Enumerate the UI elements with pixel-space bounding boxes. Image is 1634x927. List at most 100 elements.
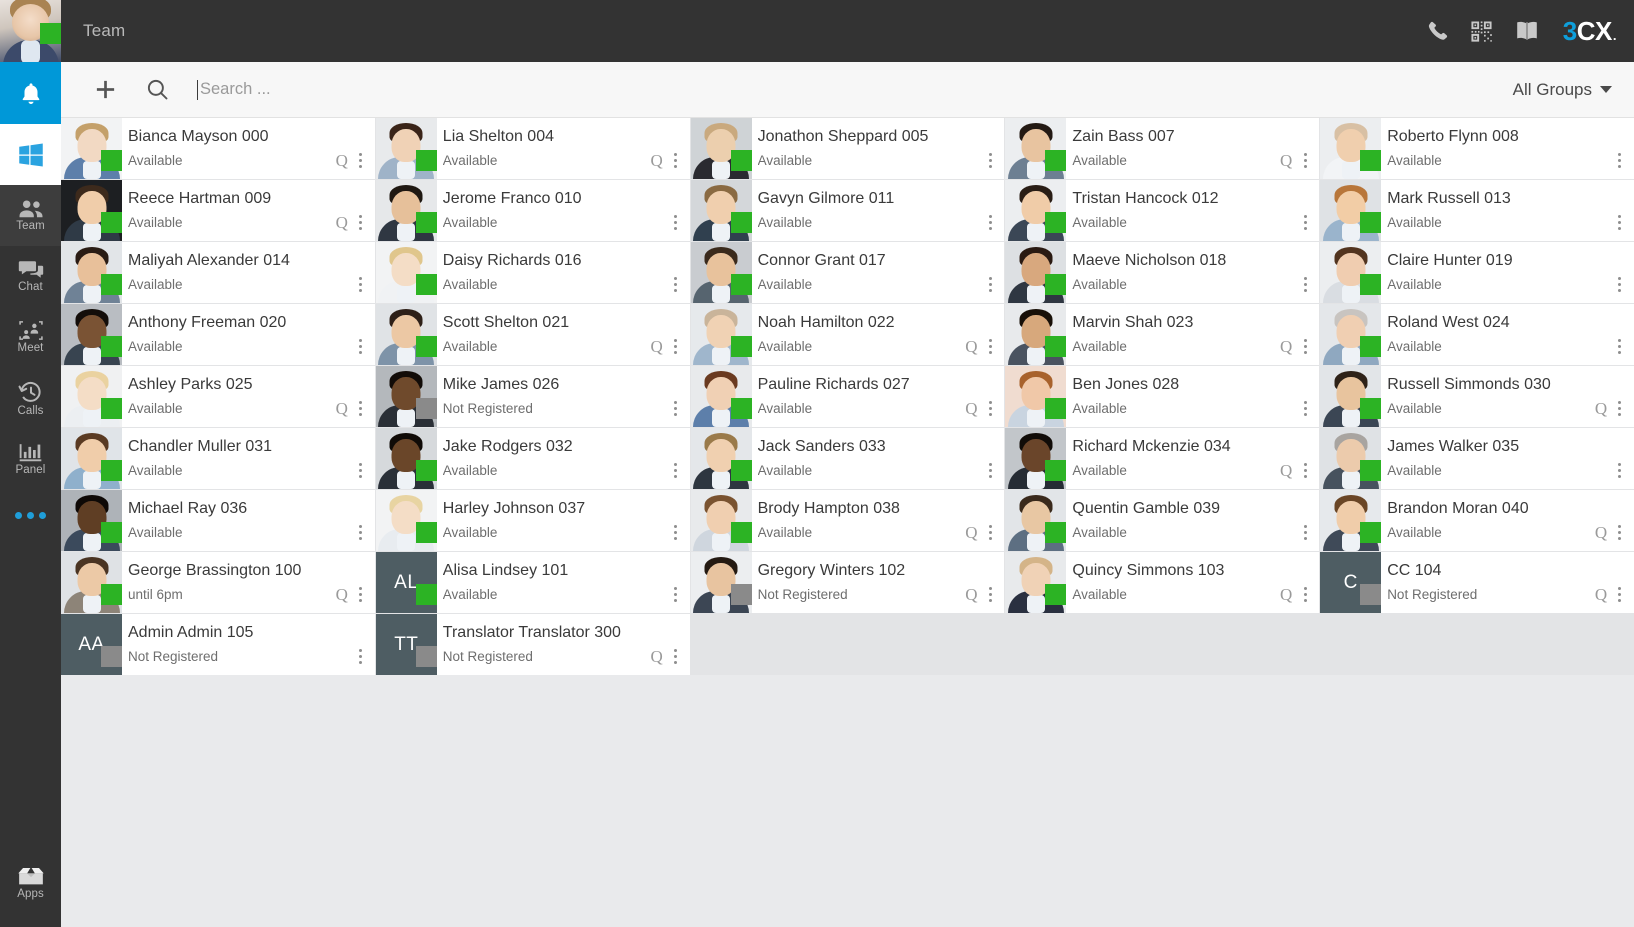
- sidebar-item-meet[interactable]: Meet: [0, 307, 61, 368]
- contact-card[interactable]: Maeve Nicholson 018 Available Q: [1005, 242, 1320, 303]
- contact-more-menu-button[interactable]: [1297, 584, 1313, 604]
- contact-card[interactable]: Quincy Simmons 103 Available Q: [1005, 552, 1320, 613]
- contact-more-menu-button[interactable]: [353, 460, 369, 480]
- contact-card[interactable]: Gavyn Gilmore 011 Available Q: [690, 180, 1005, 241]
- queue-status-icon[interactable]: Q: [1277, 462, 1295, 480]
- contact-card[interactable]: Harley Johnson 037 Available Q: [375, 490, 690, 551]
- contact-more-menu-button[interactable]: [982, 584, 998, 604]
- contact-card[interactable]: Richard Mckenzie 034 Available Q: [1005, 428, 1320, 489]
- contact-more-menu-button[interactable]: [1612, 398, 1628, 418]
- sidebar-item-chat[interactable]: Chat: [0, 246, 61, 307]
- contact-card[interactable]: Claire Hunter 019 Available Q: [1320, 242, 1634, 303]
- contact-more-menu-button[interactable]: [982, 212, 998, 232]
- contact-card[interactable]: Brody Hampton 038 Available Q: [690, 490, 1005, 551]
- contact-more-menu-button[interactable]: [353, 274, 369, 294]
- contact-more-menu-button[interactable]: [1612, 460, 1628, 480]
- sidebar-item-calls[interactable]: Calls: [0, 368, 61, 429]
- contact-more-menu-button[interactable]: [668, 460, 684, 480]
- contact-more-menu-button[interactable]: [668, 646, 684, 666]
- contact-more-menu-button[interactable]: [1297, 398, 1313, 418]
- contact-more-menu-button[interactable]: [1612, 584, 1628, 604]
- contact-card[interactable]: Pauline Richards 027 Available Q: [690, 366, 1005, 427]
- contact-card[interactable]: Mark Russell 013 Available Q: [1320, 180, 1634, 241]
- contact-card[interactable]: Chandler Muller 031 Available Q: [61, 428, 375, 489]
- contact-more-menu-button[interactable]: [982, 150, 998, 170]
- contact-card[interactable]: Lia Shelton 004 Available Q: [375, 118, 690, 179]
- contact-card[interactable]: Jonathon Sheppard 005 Available Q: [690, 118, 1005, 179]
- contact-more-menu-button[interactable]: [668, 398, 684, 418]
- contact-more-menu-button[interactable]: [982, 274, 998, 294]
- contact-card[interactable]: Anthony Freeman 020 Available Q: [61, 304, 375, 365]
- contact-more-menu-button[interactable]: [353, 398, 369, 418]
- contact-more-menu-button[interactable]: [1612, 522, 1628, 542]
- contact-card[interactable]: Jerome Franco 010 Available Q: [375, 180, 690, 241]
- search-field-wrapper[interactable]: [197, 70, 1497, 110]
- queue-status-icon[interactable]: Q: [333, 400, 351, 418]
- contact-card[interactable]: Mike James 026 Not Registered Q: [375, 366, 690, 427]
- queue-status-icon[interactable]: Q: [333, 586, 351, 604]
- queue-status-icon[interactable]: Q: [962, 400, 980, 418]
- contact-more-menu-button[interactable]: [1612, 212, 1628, 232]
- sidebar-item-apps[interactable]: Apps: [0, 852, 61, 913]
- queue-status-icon[interactable]: Q: [1592, 400, 1610, 418]
- sidebar-more-options-button[interactable]: [0, 490, 61, 540]
- contact-more-menu-button[interactable]: [353, 212, 369, 232]
- queue-status-icon[interactable]: Q: [1277, 338, 1295, 356]
- contact-card[interactable]: Daisy Richards 016 Available Q: [375, 242, 690, 303]
- contact-more-menu-button[interactable]: [1297, 274, 1313, 294]
- contact-more-menu-button[interactable]: [1297, 336, 1313, 356]
- phone-icon[interactable]: [1426, 20, 1448, 42]
- contact-card[interactable]: Marvin Shah 023 Available Q: [1005, 304, 1320, 365]
- queue-status-icon[interactable]: Q: [1592, 524, 1610, 542]
- contact-card[interactable]: Jack Sanders 033 Available Q: [690, 428, 1005, 489]
- contact-card[interactable]: AA Admin Admin 105 Not Registered Q: [61, 614, 375, 675]
- contact-card[interactable]: Quentin Gamble 039 Available Q: [1005, 490, 1320, 551]
- contact-more-menu-button[interactable]: [982, 460, 998, 480]
- queue-status-icon[interactable]: Q: [1277, 586, 1295, 604]
- contact-more-menu-button[interactable]: [668, 336, 684, 356]
- contact-more-menu-button[interactable]: [982, 398, 998, 418]
- queue-status-icon[interactable]: Q: [648, 648, 666, 666]
- contact-card[interactable]: Roland West 024 Available Q: [1320, 304, 1634, 365]
- contact-card[interactable]: Brandon Moran 040 Available Q: [1320, 490, 1634, 551]
- contact-more-menu-button[interactable]: [353, 150, 369, 170]
- contact-card[interactable]: C CC 104 Not Registered Q: [1320, 552, 1634, 613]
- contact-card[interactable]: Jake Rodgers 032 Available Q: [375, 428, 690, 489]
- contact-card[interactable]: Gregory Winters 102 Not Registered Q: [690, 552, 1005, 613]
- queue-status-icon[interactable]: Q: [333, 152, 351, 170]
- queue-status-icon[interactable]: Q: [962, 586, 980, 604]
- contact-card[interactable]: Scott Shelton 021 Available Q: [375, 304, 690, 365]
- contact-more-menu-button[interactable]: [353, 646, 369, 666]
- contact-more-menu-button[interactable]: [668, 522, 684, 542]
- directory-book-icon[interactable]: [1515, 19, 1539, 43]
- contact-card[interactable]: Tristan Hancock 012 Available Q: [1005, 180, 1320, 241]
- contact-card[interactable]: James Walker 035 Available Q: [1320, 428, 1634, 489]
- queue-status-icon[interactable]: Q: [962, 524, 980, 542]
- contact-card[interactable]: AL Alisa Lindsey 101 Available Q: [375, 552, 690, 613]
- contact-card[interactable]: Michael Ray 036 Available Q: [61, 490, 375, 551]
- add-contact-button[interactable]: [79, 70, 131, 110]
- all-groups-dropdown[interactable]: All Groups: [1497, 80, 1612, 100]
- contact-more-menu-button[interactable]: [668, 584, 684, 604]
- contact-more-menu-button[interactable]: [668, 212, 684, 232]
- contacts-scroll-area[interactable]: Bianca Mayson 000 Available Q Lia Shelton 0…: [61, 118, 1634, 927]
- contact-more-menu-button[interactable]: [353, 336, 369, 356]
- contact-more-menu-button[interactable]: [1297, 212, 1313, 232]
- contact-more-menu-button[interactable]: [668, 150, 684, 170]
- contact-more-menu-button[interactable]: [982, 522, 998, 542]
- contact-card[interactable]: Bianca Mayson 000 Available Q: [61, 118, 375, 179]
- sidebar-item-team[interactable]: Team: [0, 185, 61, 246]
- contact-more-menu-button[interactable]: [353, 522, 369, 542]
- contact-card[interactable]: Noah Hamilton 022 Available Q: [690, 304, 1005, 365]
- contact-card[interactable]: Ben Jones 028 Available Q: [1005, 366, 1320, 427]
- queue-status-icon[interactable]: Q: [648, 152, 666, 170]
- contact-more-menu-button[interactable]: [982, 336, 998, 356]
- contact-card[interactable]: Ashley Parks 025 Available Q: [61, 366, 375, 427]
- contact-card[interactable]: George Brassington 100 until 6pm Q: [61, 552, 375, 613]
- contact-more-menu-button[interactable]: [1297, 150, 1313, 170]
- contact-more-menu-button[interactable]: [1612, 150, 1628, 170]
- contact-card[interactable]: Reece Hartman 009 Available Q: [61, 180, 375, 241]
- queue-status-icon[interactable]: Q: [648, 338, 666, 356]
- contact-card[interactable]: TT Translator Translator 300 Not Registere…: [375, 614, 690, 675]
- my-profile-avatar[interactable]: [0, 0, 61, 62]
